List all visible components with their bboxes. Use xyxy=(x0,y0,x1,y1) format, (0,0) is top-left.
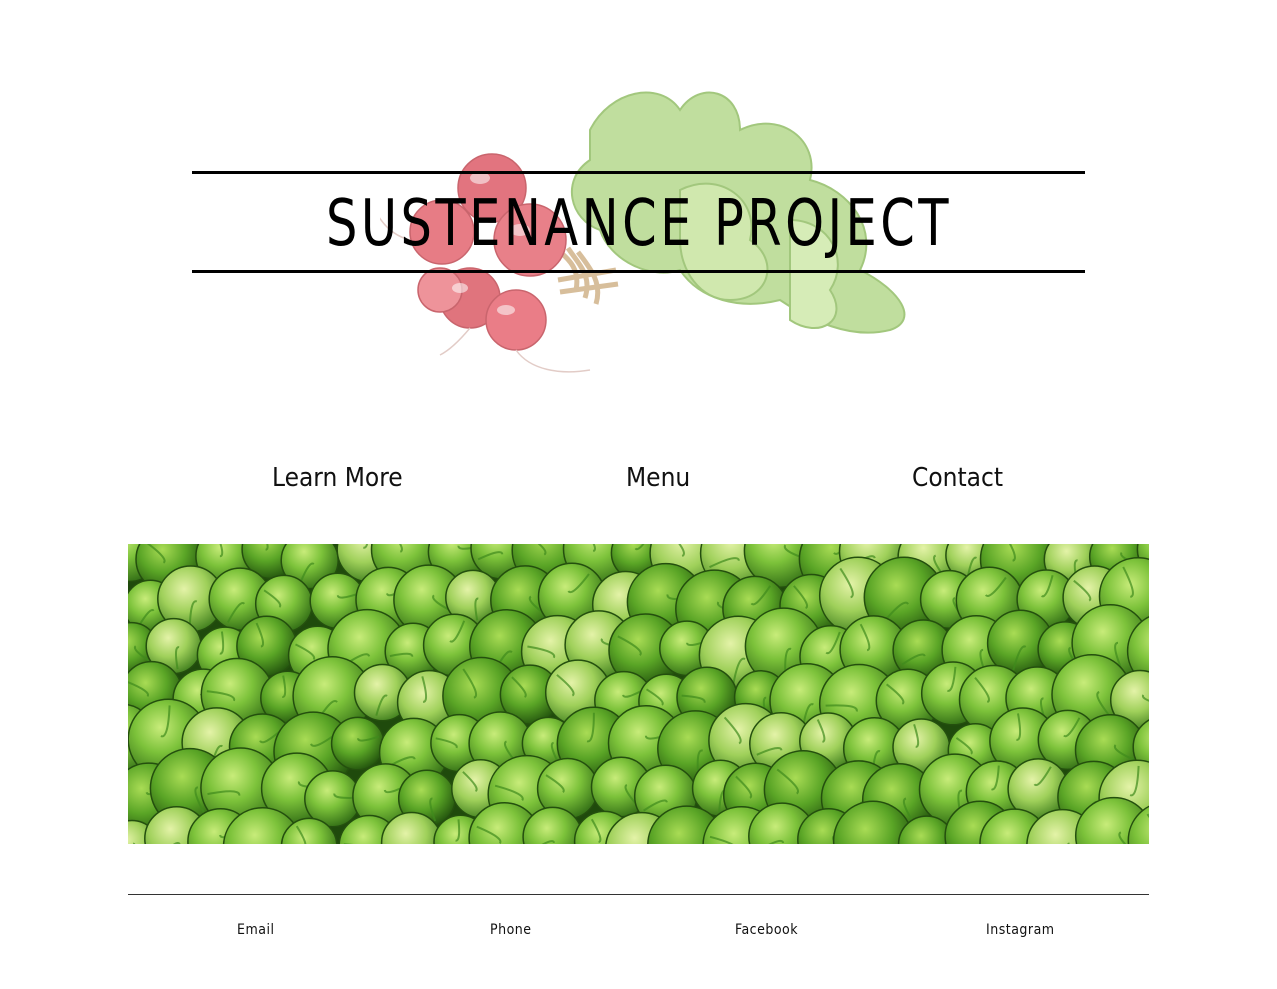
nav-menu-link[interactable]: Menu xyxy=(626,458,690,498)
footer-facebook-link[interactable]: Facebook xyxy=(735,918,798,942)
footer-divider xyxy=(128,894,1149,895)
nav-contact-link[interactable]: Contact xyxy=(912,458,1003,498)
footer-email-link[interactable]: Email xyxy=(237,918,274,942)
brussels-sprouts-photo xyxy=(128,544,1149,844)
footer-phone-link[interactable]: Phone xyxy=(490,918,532,942)
main-nav: Learn More Menu Contact xyxy=(0,458,1277,498)
footer-instagram-link[interactable]: Instagram xyxy=(986,918,1055,942)
page: SUSTENANCE PROJECT Learn More Menu Conta… xyxy=(0,0,1277,989)
site-title[interactable]: SUSTENANCE PROJECT xyxy=(325,188,951,256)
nav-learn-more-link[interactable]: Learn More xyxy=(272,458,403,498)
title-band: SUSTENANCE PROJECT xyxy=(192,171,1085,273)
brussels-sprouts-banner xyxy=(128,544,1149,844)
footer-nav: Email Phone Facebook Instagram xyxy=(0,918,1277,942)
